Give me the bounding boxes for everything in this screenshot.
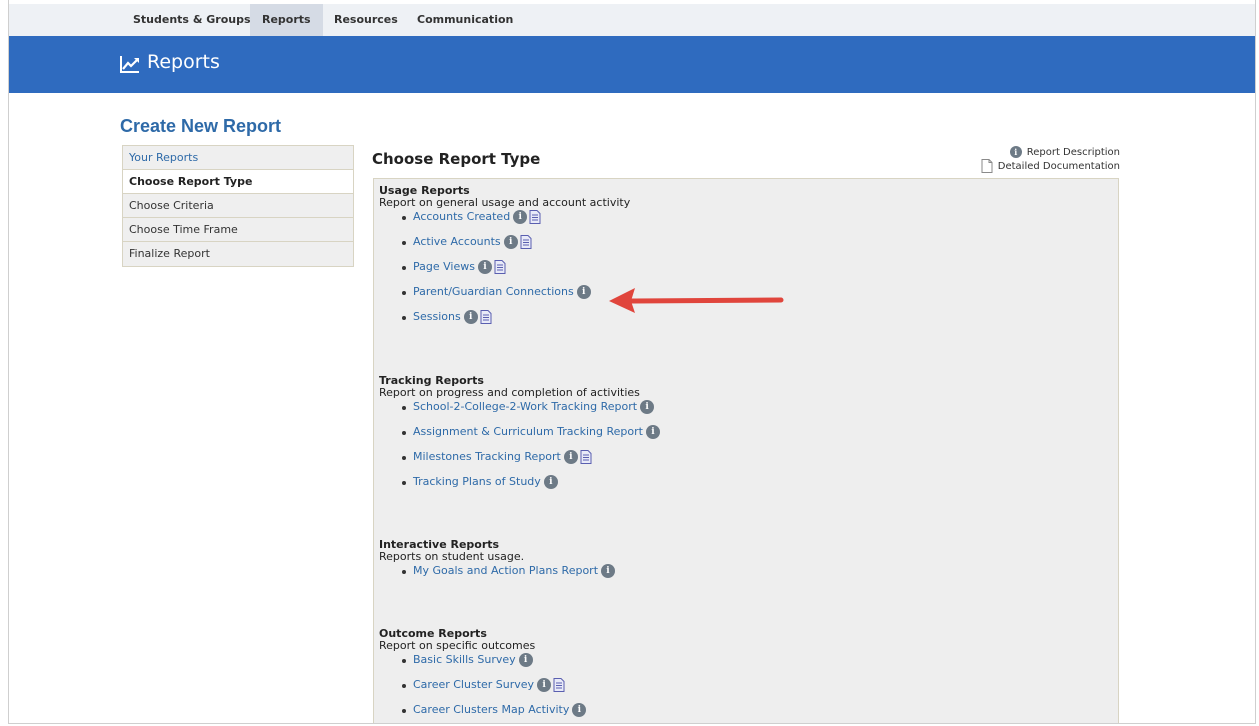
nav-resources[interactable]: Resources [322,4,410,36]
nav-communication[interactable]: Communication [405,4,525,36]
report-list-item: Basic Skills Survey i [379,652,586,677]
create-report-heading: Create New Report [120,116,282,136]
report-list-item: My Goals and Action Plans Report i [379,563,616,588]
section-description: Report on specific outcomes [379,639,536,652]
legend-description: Report Description [1026,146,1120,158]
section-description: Report on progress and completion of act… [379,386,640,399]
report-list-item: Assignment & Curriculum Tracking Report i [379,424,660,449]
info-icon[interactable]: i [543,475,558,489]
bullet [402,406,406,410]
line-chart-icon [120,56,139,73]
bullet [402,216,406,220]
report-link[interactable]: Sessions [413,309,461,325]
bullet [402,481,406,485]
report-list-item: Active Accounts i [379,234,630,259]
report-list: Accounts Created i Active Accounts i Page Vi… [379,209,630,334]
step-choose-time-frame: Choose Time Frame [123,218,353,242]
bullet [402,709,406,713]
info-icon[interactable]: i [463,310,478,324]
info-icon[interactable]: i [503,235,518,249]
info-icon[interactable]: i [518,653,533,667]
section-description: Report on general usage and account acti… [379,196,631,209]
info-icon[interactable]: i [513,210,528,224]
report-list-item: Accounts Created i [379,209,630,234]
icon-legend: i Report Description Detailed Documentat… [981,145,1120,173]
report-list-item: Page Views i [379,259,630,284]
report-list: School-2-College-2-Work Tracking Report i… [379,399,660,499]
tracking-reports-section: Tracking Reports Report on progress and … [379,375,660,499]
info-icon[interactable]: i [537,678,552,692]
nav-students-groups[interactable]: Students & Groups [121,4,263,36]
info-icon[interactable]: i [640,400,655,414]
page-banner: Reports [9,36,1255,93]
nav-reports[interactable]: Reports [250,4,323,36]
section-description: Reports on student usage. [379,550,525,563]
document-icon[interactable] [580,450,592,464]
info-icon[interactable]: i [572,703,587,717]
report-link[interactable]: Accounts Created [413,209,510,225]
info-icon: i [1009,146,1022,158]
report-list-item: Parent/Guardian Connections i [379,284,630,309]
interactive-reports-section: Interactive Reports Reports on student u… [379,539,616,588]
outcome-reports-section: Outcome Reports Report on specific outco… [379,628,587,723]
step-choose-report-type: Choose Report Type [123,170,353,194]
page-frame: Students & Groups Reports Resources Comm… [8,0,1256,724]
info-icon[interactable]: i [563,450,578,464]
document-icon[interactable] [529,210,541,224]
step-your-reports[interactable]: Your Reports [123,146,353,170]
bullet [402,659,406,663]
info-icon[interactable]: i [645,425,660,439]
report-list-item: Career Cluster Survey i [379,677,586,702]
report-link[interactable]: Basic Skills Survey [413,652,516,668]
report-steps: Your Reports Choose Report Type Choose C… [122,145,354,267]
report-list-item: School-2-College-2-Work Tracking Report i [379,399,660,424]
report-list-item: Sessions i [379,309,630,334]
bullet [402,241,406,245]
red-arrow-annotation [609,288,784,313]
report-link[interactable]: Parent/Guardian Connections [413,284,574,300]
report-link[interactable]: Milestones Tracking Report [413,449,561,465]
report-link[interactable]: Tracking Plans of Study [413,474,541,490]
bullet [402,316,406,320]
info-icon[interactable]: i [477,260,492,274]
bullet [402,431,406,435]
report-list-item: Tracking Plans of Study i [379,474,660,499]
report-link[interactable]: School-2-College-2-Work Tracking Report [413,399,637,415]
document-icon[interactable] [520,235,532,249]
info-icon[interactable]: i [576,285,591,299]
bullet [402,266,406,270]
choose-report-type-heading: Choose Report Type [372,150,541,168]
report-link[interactable]: Assignment & Curriculum Tracking Report [413,424,643,440]
document-icon[interactable] [494,260,506,274]
report-list: Basic Skills Survey i Career Cluster Surve… [379,652,587,723]
report-types-panel: Usage Reports Report on general usage an… [373,178,1119,723]
step-finalize-report: Finalize Report [129,247,210,260]
top-navigation: Students & Groups Reports Resources Comm… [9,4,1255,36]
usage-reports-section: Usage Reports Report on general usage an… [379,185,630,334]
report-link[interactable]: Career Cluster Survey [413,677,534,693]
bullet [402,570,406,574]
report-link[interactable]: Active Accounts [413,234,501,250]
legend-documentation: Detailed Documentation [997,160,1120,172]
document-icon[interactable] [480,310,492,324]
bullet [402,684,406,688]
report-list-item: Career Clusters Map Activity i [379,702,587,723]
info-icon[interactable]: i [601,564,616,578]
report-link[interactable]: My Goals and Action Plans Report [413,563,598,579]
bullet [402,456,406,460]
document-icon[interactable] [553,678,565,692]
page-title: Reports [147,51,220,73]
bullet [402,291,406,295]
report-link[interactable]: Career Clusters Map Activity [413,702,569,718]
step-choose-criteria: Choose Criteria [123,194,353,218]
report-list: My Goals and Action Plans Report i [379,563,616,588]
report-list-item: Milestones Tracking Report i [379,449,660,474]
report-link[interactable]: Page Views [413,259,475,275]
document-icon [981,159,993,173]
